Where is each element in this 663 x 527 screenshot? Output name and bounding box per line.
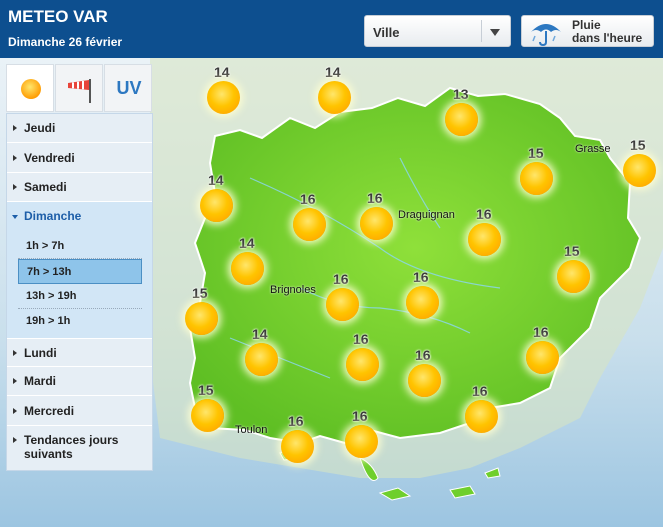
time-slot-7h-13h[interactable]: 7h > 13h <box>18 259 142 284</box>
temperature-label: 16 <box>415 347 431 363</box>
city-label: Brignoles <box>270 284 316 296</box>
city-label: Toulon <box>235 424 268 436</box>
city-select-label: Ville <box>373 25 400 40</box>
temperature-label: 16 <box>472 383 488 399</box>
uv-tab-label: UV <box>116 78 142 98</box>
sun-icon[interactable] <box>345 425 378 458</box>
day-label: Dimanche <box>24 209 82 223</box>
day-label: Lundi <box>24 346 57 360</box>
rain-button-label: Pluie dans l'heure <box>572 19 642 45</box>
sun-icon[interactable] <box>468 223 501 256</box>
day-label: Vendredi <box>24 151 75 165</box>
sun-icon[interactable] <box>326 288 359 321</box>
sun-icon[interactable] <box>406 286 439 319</box>
time-slot-1h-7h[interactable]: 1h > 7h <box>18 234 142 259</box>
day-label: Tendances jours suivants <box>24 433 119 461</box>
sun-icon[interactable] <box>465 400 498 433</box>
sun-icon[interactable] <box>318 81 351 114</box>
rain-label-line1: Pluie <box>572 18 601 32</box>
sun-icon[interactable] <box>191 399 224 432</box>
temperature-label: 16 <box>288 413 304 429</box>
temperature-label: 13 <box>453 86 469 102</box>
day-item-tendances[interactable]: Tendances jours suivants <box>7 426 152 470</box>
tab-weather[interactable] <box>6 64 54 112</box>
sun-icon[interactable] <box>360 207 393 240</box>
sun-icon[interactable] <box>408 364 441 397</box>
tab-wind[interactable] <box>55 64 103 112</box>
sun-icon[interactable] <box>200 189 233 222</box>
rain-next-hour-button[interactable]: Pluie dans l'heure <box>521 15 654 47</box>
sun-icon <box>21 79 41 99</box>
temperature-label: 14 <box>239 235 255 251</box>
time-slot-list: 1h > 7h 7h > 13h 13h > 19h 19h > 1h <box>7 231 152 338</box>
day-item-mercredi[interactable]: Mercredi <box>7 396 152 426</box>
temperature-label: 16 <box>352 408 368 424</box>
temperature-label: 16 <box>533 324 549 340</box>
city-label: Grasse <box>575 143 611 155</box>
forecast-sidebar: UV Jeudi Vendredi Samedi Dimanche 1h > 7… <box>6 64 153 471</box>
temperature-label: 16 <box>333 271 349 287</box>
current-date: Dimanche 26 février <box>8 35 123 49</box>
temperature-label: 16 <box>476 206 492 222</box>
temperature-label: 16 <box>367 190 383 206</box>
sun-icon[interactable] <box>245 343 278 376</box>
time-slot-19h-1h[interactable]: 19h > 1h <box>18 309 142 334</box>
city-label: Draguignan <box>398 209 455 221</box>
view-tabs: UV <box>6 64 153 112</box>
umbrella-icon <box>531 24 561 46</box>
sun-icon[interactable] <box>623 154 656 187</box>
temperature-label: 14 <box>325 64 341 80</box>
day-item-vendredi[interactable]: Vendredi <box>7 143 152 173</box>
temperature-label: 14 <box>214 64 230 80</box>
city-select[interactable]: Ville <box>364 15 511 47</box>
day-menu: Jeudi Vendredi Samedi Dimanche 1h > 7h 7… <box>6 113 153 471</box>
sun-icon[interactable] <box>231 252 264 285</box>
temperature-label: 16 <box>413 269 429 285</box>
temperature-label: 15 <box>198 382 214 398</box>
time-slot-13h-19h[interactable]: 13h > 19h <box>18 284 142 309</box>
day-label: Samedi <box>24 180 67 194</box>
day-item-jeudi[interactable]: Jeudi <box>7 114 152 143</box>
temperature-label: 15 <box>528 145 544 161</box>
sun-icon[interactable] <box>520 162 553 195</box>
sun-icon[interactable] <box>445 103 478 136</box>
sun-icon[interactable] <box>346 348 379 381</box>
sun-icon[interactable] <box>526 341 559 374</box>
tab-uv[interactable]: UV <box>104 64 152 112</box>
temperature-label: 15 <box>630 137 646 153</box>
windsock-icon <box>68 79 91 103</box>
page-title: METEO VAR <box>8 7 108 26</box>
day-label: Jeudi <box>24 121 56 135</box>
day-label: Mardi <box>24 374 57 388</box>
sun-icon[interactable] <box>293 208 326 241</box>
select-divider <box>481 20 482 42</box>
temperature-label: 14 <box>208 172 224 188</box>
day-label: Mercredi <box>24 404 75 418</box>
day-item-samedi[interactable]: Samedi <box>7 173 152 202</box>
temperature-label: 15 <box>564 243 580 259</box>
temperature-label: 15 <box>192 285 208 301</box>
chevron-down-icon <box>490 29 500 36</box>
sun-icon[interactable] <box>207 81 240 114</box>
day-item-lundi[interactable]: Lundi <box>7 338 152 367</box>
header-bar: METEO VAR Dimanche 26 février Ville Plui… <box>0 0 663 58</box>
day-item-mardi[interactable]: Mardi <box>7 367 152 396</box>
temperature-label: 16 <box>353 331 369 347</box>
rain-label-line2: dans l'heure <box>572 31 643 45</box>
sun-icon[interactable] <box>557 260 590 293</box>
temperature-label: 14 <box>252 326 268 342</box>
sun-icon[interactable] <box>185 302 218 335</box>
day-item-dimanche[interactable]: Dimanche <box>7 202 152 231</box>
temperature-label: 16 <box>300 191 316 207</box>
sun-icon[interactable] <box>281 430 314 463</box>
